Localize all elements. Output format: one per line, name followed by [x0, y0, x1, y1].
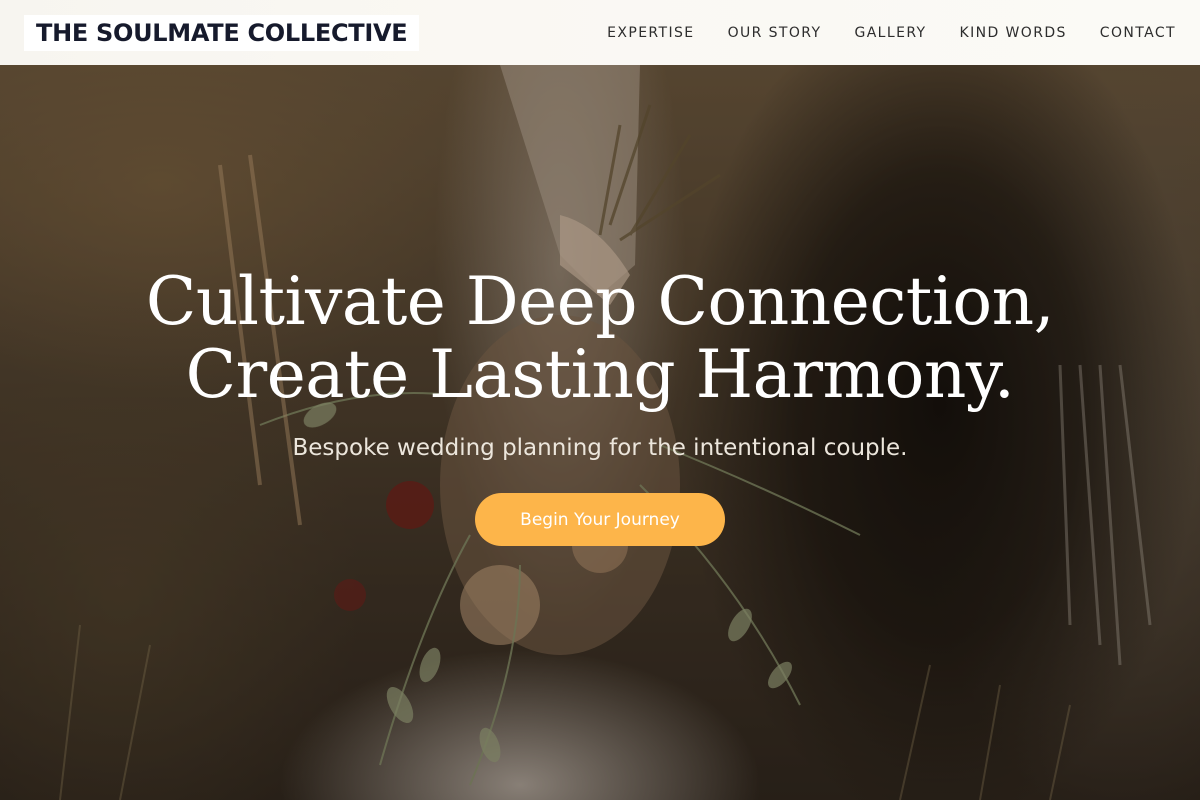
brand-logo[interactable]: THE SOULMATE COLLECTIVE	[24, 14, 420, 51]
nav-item-our-story[interactable]: OUR STORY	[728, 25, 822, 41]
hero-headline-line-1: Cultivate Deep Connection,	[145, 263, 1055, 340]
hero-subheadline: Bespoke wedding planning for the intenti…	[292, 435, 908, 461]
main-nav: EXPERTISE OUR STORY GALLERY KIND WORDS C…	[574, 25, 1176, 41]
nav-item-contact[interactable]: CONTACT	[1100, 25, 1176, 41]
hero-headline: Cultivate Deep Connection, Create Lastin…	[0, 265, 1200, 411]
nav-item-expertise[interactable]: EXPERTISE	[607, 25, 694, 41]
hero-content: Cultivate Deep Connection, Create Lastin…	[0, 65, 1200, 800]
begin-journey-button[interactable]: Begin Your Journey	[475, 493, 725, 546]
nav-item-kind-words[interactable]: KIND WORDS	[960, 25, 1067, 41]
hero-headline-line-2: Create Lasting Harmony.	[185, 336, 1015, 413]
hero-section: Cultivate Deep Connection, Create Lastin…	[0, 65, 1200, 800]
nav-item-gallery[interactable]: GALLERY	[854, 25, 926, 41]
site-header: THE SOULMATE COLLECTIVE EXPERTISE OUR ST…	[0, 0, 1200, 65]
